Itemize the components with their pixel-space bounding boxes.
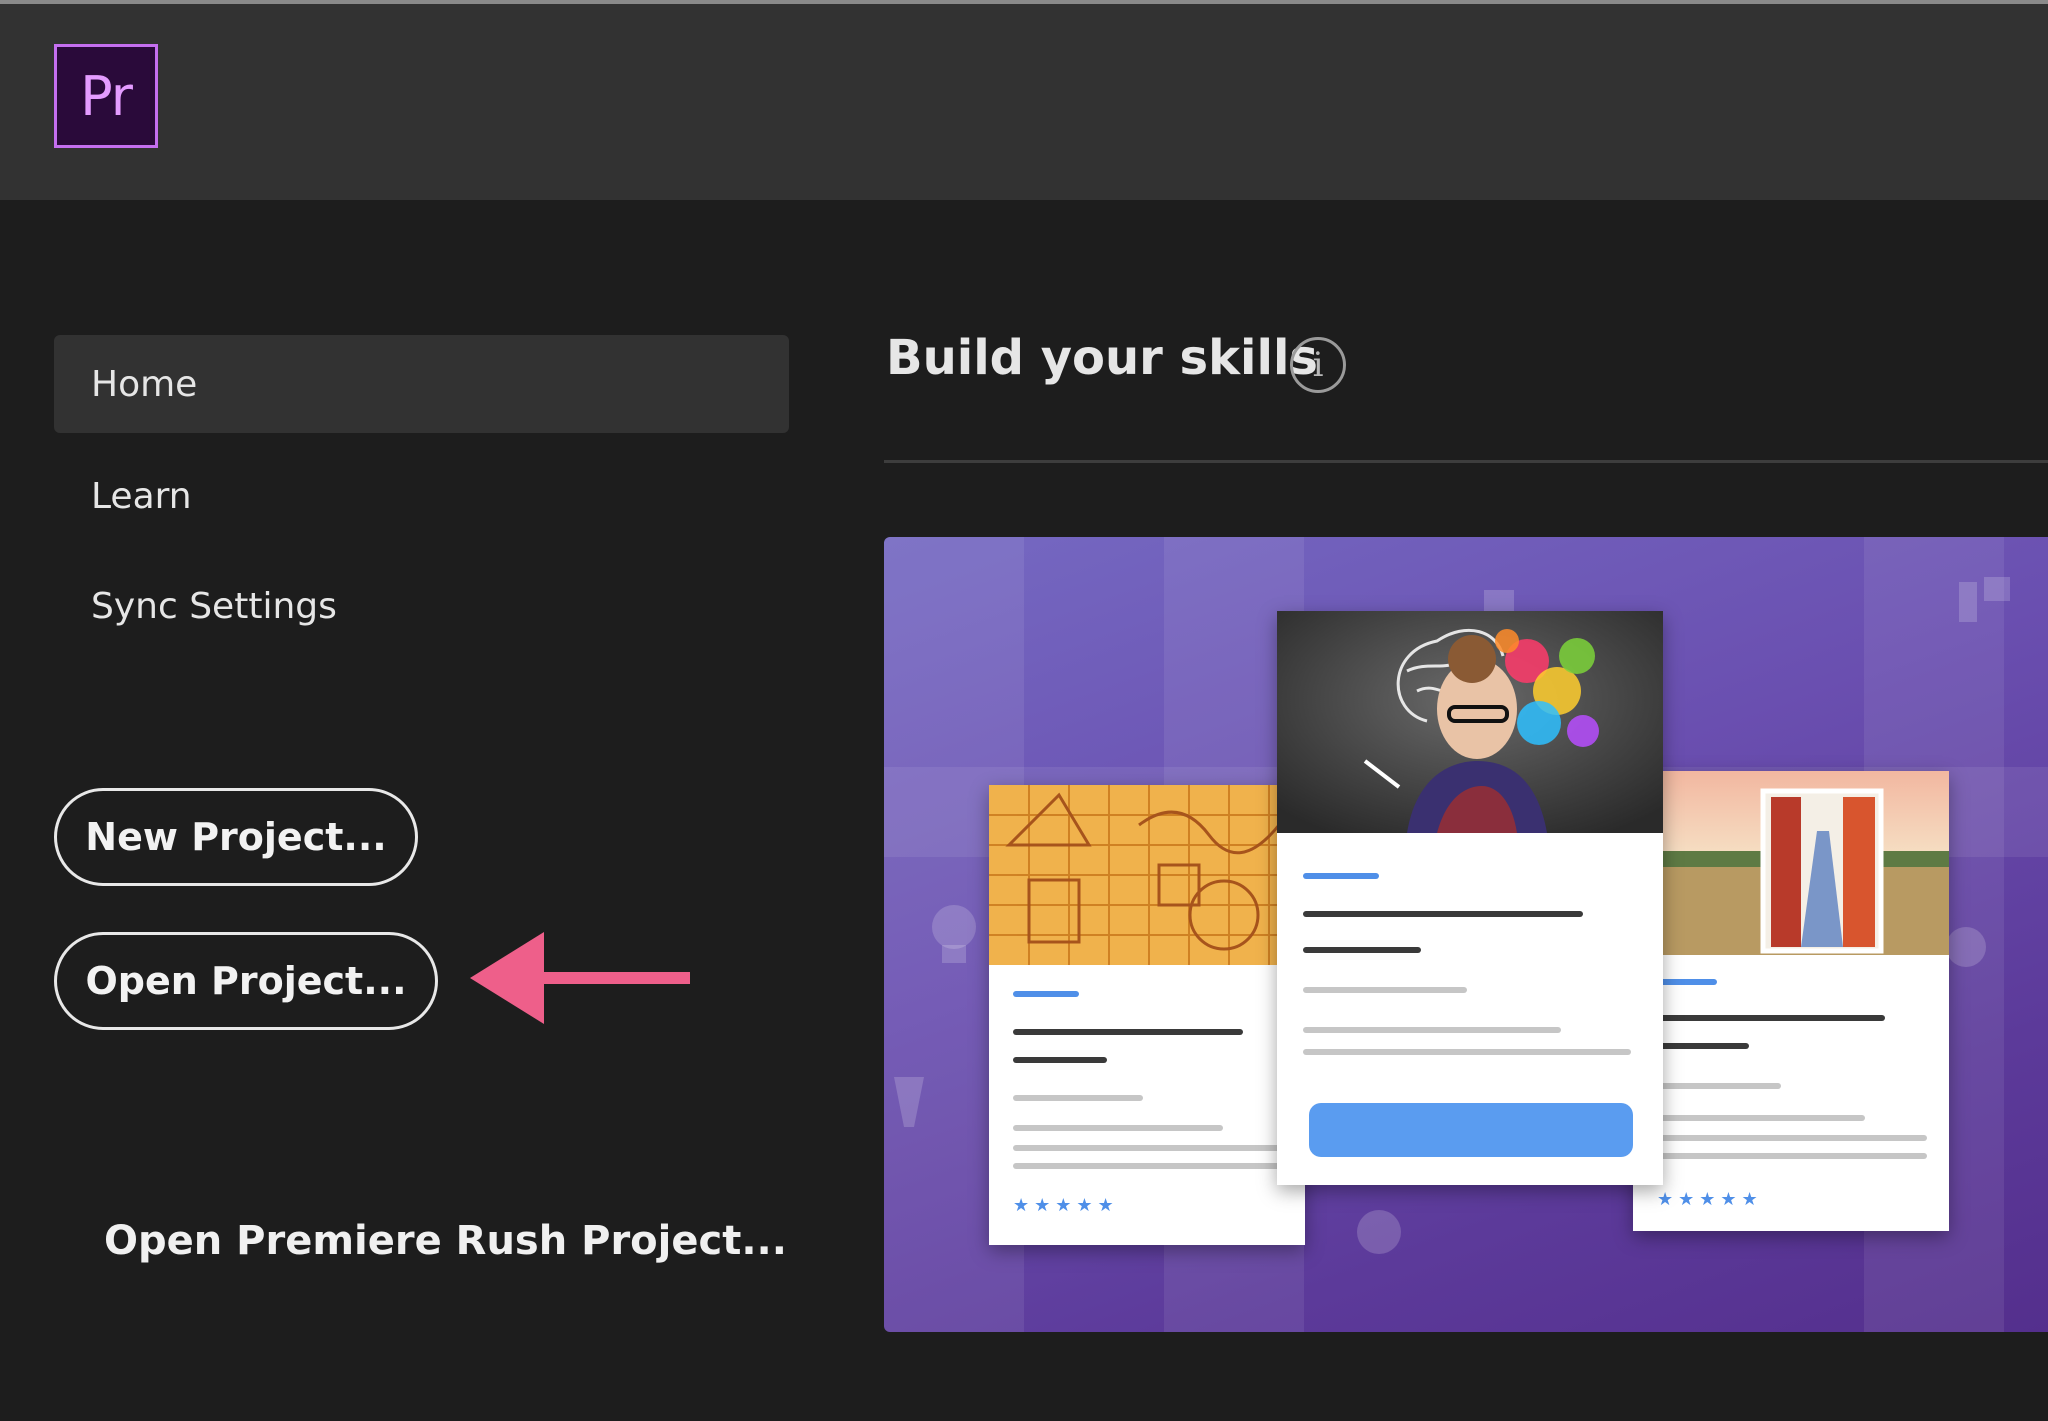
sidebar-item-label: Learn	[91, 475, 192, 517]
open-project-label: Open Project...	[85, 959, 407, 1003]
card-text-bar	[1657, 1115, 1865, 1121]
card-accent-bar	[1303, 873, 1379, 879]
card-text-bar	[1013, 1163, 1303, 1169]
sidebar-item-label: Home	[91, 363, 198, 405]
pointer-arrow-icon	[470, 932, 690, 1024]
open-project-button[interactable]: Open Project...	[54, 932, 438, 1030]
card-text-bar	[1303, 1049, 1631, 1055]
open-rush-project-link[interactable]: Open Premiere Rush Project...	[104, 1218, 787, 1264]
rating-stars: ★★★★★	[1013, 1195, 1119, 1216]
card-cta-button[interactable]	[1309, 1103, 1633, 1157]
card-text-bar	[1657, 1135, 1927, 1141]
info-icon[interactable]: i	[1290, 337, 1346, 393]
sidebar-item-home[interactable]: Home	[54, 335, 789, 433]
card-title-bar	[1657, 1043, 1749, 1049]
card-title-bar	[1303, 911, 1583, 917]
card-title-bar	[1303, 947, 1421, 953]
card-image-brain-portrait	[1277, 611, 1663, 833]
card-text-bar	[1657, 1153, 1927, 1159]
rating-stars: ★★★★★	[1657, 1189, 1763, 1210]
app-header: Pr	[0, 0, 2048, 200]
card-title-bar	[1013, 1029, 1243, 1035]
card-text-bar	[1013, 1125, 1223, 1131]
card-image-field-street	[1633, 771, 1949, 955]
course-card[interactable]	[1277, 611, 1663, 1185]
card-text-bar	[1303, 1027, 1561, 1033]
card-text-bar	[1013, 1145, 1303, 1151]
card-image-math-sketch	[989, 785, 1305, 965]
sidebar-item-sync-settings[interactable]: Sync Settings	[54, 557, 789, 655]
card-title-bar	[1657, 1015, 1885, 1021]
sidebar-item-label: Sync Settings	[91, 585, 337, 627]
sidebar-item-learn[interactable]: Learn	[54, 447, 789, 545]
card-title-bar	[1013, 1057, 1107, 1063]
card-meta-bar	[1303, 987, 1467, 993]
card-accent-bar	[1657, 979, 1717, 985]
card-meta-bar	[1657, 1083, 1781, 1089]
course-card[interactable]: ★★★★★	[1633, 771, 1949, 1231]
card-meta-bar	[1013, 1095, 1143, 1101]
new-project-button[interactable]: New Project...	[54, 788, 418, 886]
premiere-pro-logo: Pr	[54, 44, 158, 148]
divider	[884, 460, 2048, 463]
card-accent-bar	[1013, 991, 1079, 997]
new-project-label: New Project...	[85, 815, 387, 859]
section-title: Build your skills	[886, 330, 1318, 386]
course-card[interactable]: ★★★★★	[989, 785, 1305, 1245]
learn-hero-banner[interactable]: ★★★★★ ★★★★★	[884, 537, 2048, 1332]
